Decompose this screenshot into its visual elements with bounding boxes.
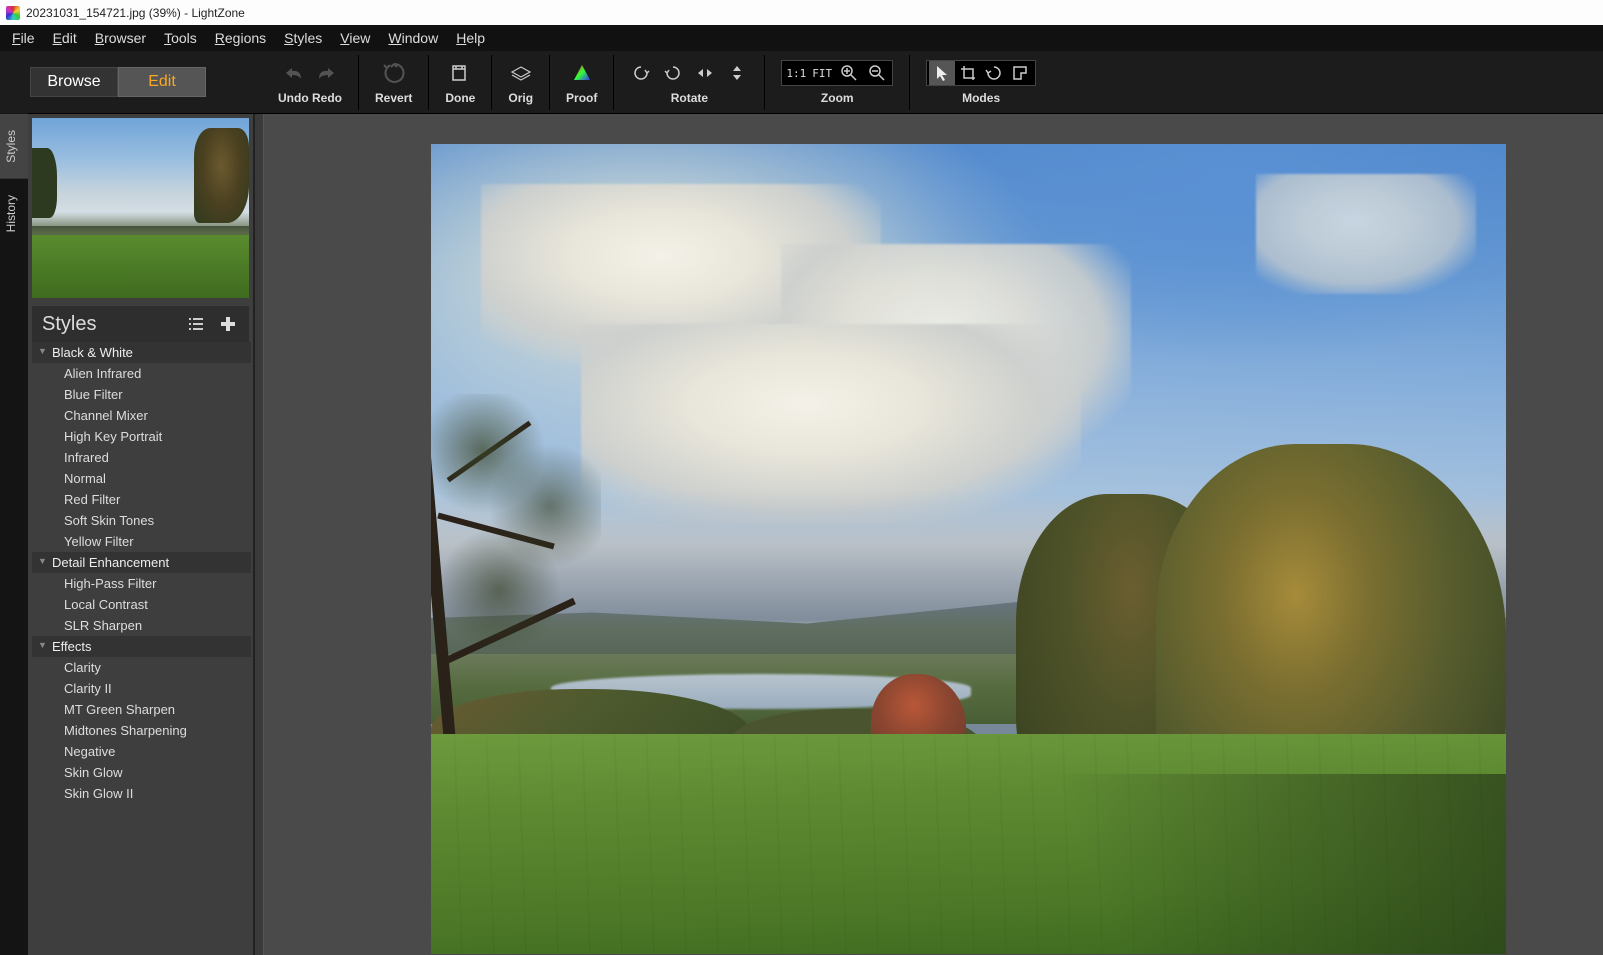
modes-controls [926,60,1036,86]
redo-icon[interactable] [315,62,337,84]
menu-tools[interactable]: Tools [156,27,205,49]
style-item[interactable]: Red Filter [32,489,251,510]
revert-label: Revert [375,91,412,105]
toolbar: Browse Edit Undo Redo Revert Done Orig P… [0,51,1603,114]
styles-add-icon[interactable] [217,313,239,335]
orig-label: Orig [508,91,533,105]
revert-icon[interactable] [383,62,405,84]
side-tabs: Styles History [0,114,28,955]
style-item[interactable]: High-Pass Filter [32,573,251,594]
style-item[interactable]: Skin Glow [32,762,251,783]
style-category[interactable]: Black & White [32,342,251,363]
style-item[interactable]: Midtones Sharpening [32,720,251,741]
photo-preview [431,144,1506,954]
mode-pointer-icon[interactable] [929,61,955,85]
group-rotate: Rotate [618,51,760,113]
style-item[interactable]: Local Contrast [32,594,251,615]
mode-crop-icon[interactable] [955,61,981,85]
tab-edit[interactable]: Edit [118,67,206,97]
main-area: Styles History Styles Black & WhiteAlien… [0,114,1603,955]
group-undo-redo: Undo Redo [266,51,354,113]
menu-view[interactable]: View [332,27,378,49]
styles-header: Styles [32,306,249,342]
window-title: 20231031_154721.jpg (39%) - LightZone [26,6,245,20]
style-item[interactable]: SLR Sharpen [32,615,251,636]
group-modes: Modes [914,51,1048,113]
rotate-left-icon[interactable] [630,62,652,84]
group-proof: Proof [554,51,609,113]
style-item[interactable]: Soft Skin Tones [32,510,251,531]
style-item[interactable]: Alien Infrared [32,363,251,384]
group-zoom: 1:1 FIT Zoom [769,51,905,113]
style-item[interactable]: Infrared [32,447,251,468]
menu-edit[interactable]: Edit [45,27,85,49]
panel-divider[interactable] [254,114,264,955]
styles-list[interactable]: Black & WhiteAlien InfraredBlue FilterCh… [32,342,251,955]
modes-label: Modes [962,91,1000,105]
undo-redo-label: Undo Redo [278,91,342,105]
zoom-in-icon[interactable] [838,62,860,84]
style-item[interactable]: Clarity II [32,678,251,699]
group-orig: Orig [496,51,545,113]
menu-help[interactable]: Help [448,27,493,49]
style-item[interactable]: Skin Glow II [32,783,251,804]
app-icon [6,6,20,20]
canvas-area[interactable] [264,114,1603,955]
style-item[interactable]: Channel Mixer [32,405,251,426]
titlebar: 20231031_154721.jpg (39%) - LightZone [0,0,1603,25]
style-category[interactable]: Effects [32,636,251,657]
menu-file[interactable]: File [4,27,43,49]
mode-region-icon[interactable] [1007,61,1033,85]
done-label: Done [445,91,475,105]
mode-tabs: Browse Edit [30,67,206,97]
menu-regions[interactable]: Regions [207,27,274,49]
sidetab-history[interactable]: History [0,179,28,248]
rotate-right-icon[interactable] [662,62,684,84]
style-item[interactable]: Negative [32,741,251,762]
menu-styles[interactable]: Styles [276,27,330,49]
orig-icon[interactable] [510,62,532,84]
tab-browse[interactable]: Browse [30,67,118,97]
done-icon[interactable] [449,62,471,84]
menu-window[interactable]: Window [380,27,446,49]
menu-browser[interactable]: Browser [87,27,154,49]
proof-icon[interactable] [571,62,593,84]
style-item[interactable]: High Key Portrait [32,426,251,447]
group-done: Done [433,51,487,113]
style-item[interactable]: MT Green Sharpen [32,699,251,720]
proof-label: Proof [566,91,597,105]
style-item[interactable]: Normal [32,468,251,489]
thumbnail-preview[interactable] [32,118,249,298]
menubar: File Edit Browser Tools Regions Styles V… [0,25,1603,51]
side-panel: Styles Black & WhiteAlien InfraredBlue F… [28,114,254,955]
flip-horizontal-icon[interactable] [694,62,716,84]
style-item[interactable]: Yellow Filter [32,531,251,552]
sidetab-styles[interactable]: Styles [0,114,28,179]
style-item[interactable]: Clarity [32,657,251,678]
zoom-label: Zoom [821,91,854,105]
zoom-fit-button[interactable]: FIT [812,67,832,80]
flip-vertical-icon[interactable] [726,62,748,84]
zoom-11-button[interactable]: 1:1 [786,67,806,80]
undo-icon[interactable] [283,62,305,84]
style-item[interactable]: Blue Filter [32,384,251,405]
rotate-label: Rotate [671,91,708,105]
style-category[interactable]: Detail Enhancement [32,552,251,573]
styles-title: Styles [42,313,96,336]
zoom-out-icon[interactable] [866,62,888,84]
styles-list-icon[interactable] [185,313,207,335]
zoom-controls: 1:1 FIT [781,60,893,86]
group-revert: Revert [363,51,424,113]
mode-rotate-icon[interactable] [981,61,1007,85]
